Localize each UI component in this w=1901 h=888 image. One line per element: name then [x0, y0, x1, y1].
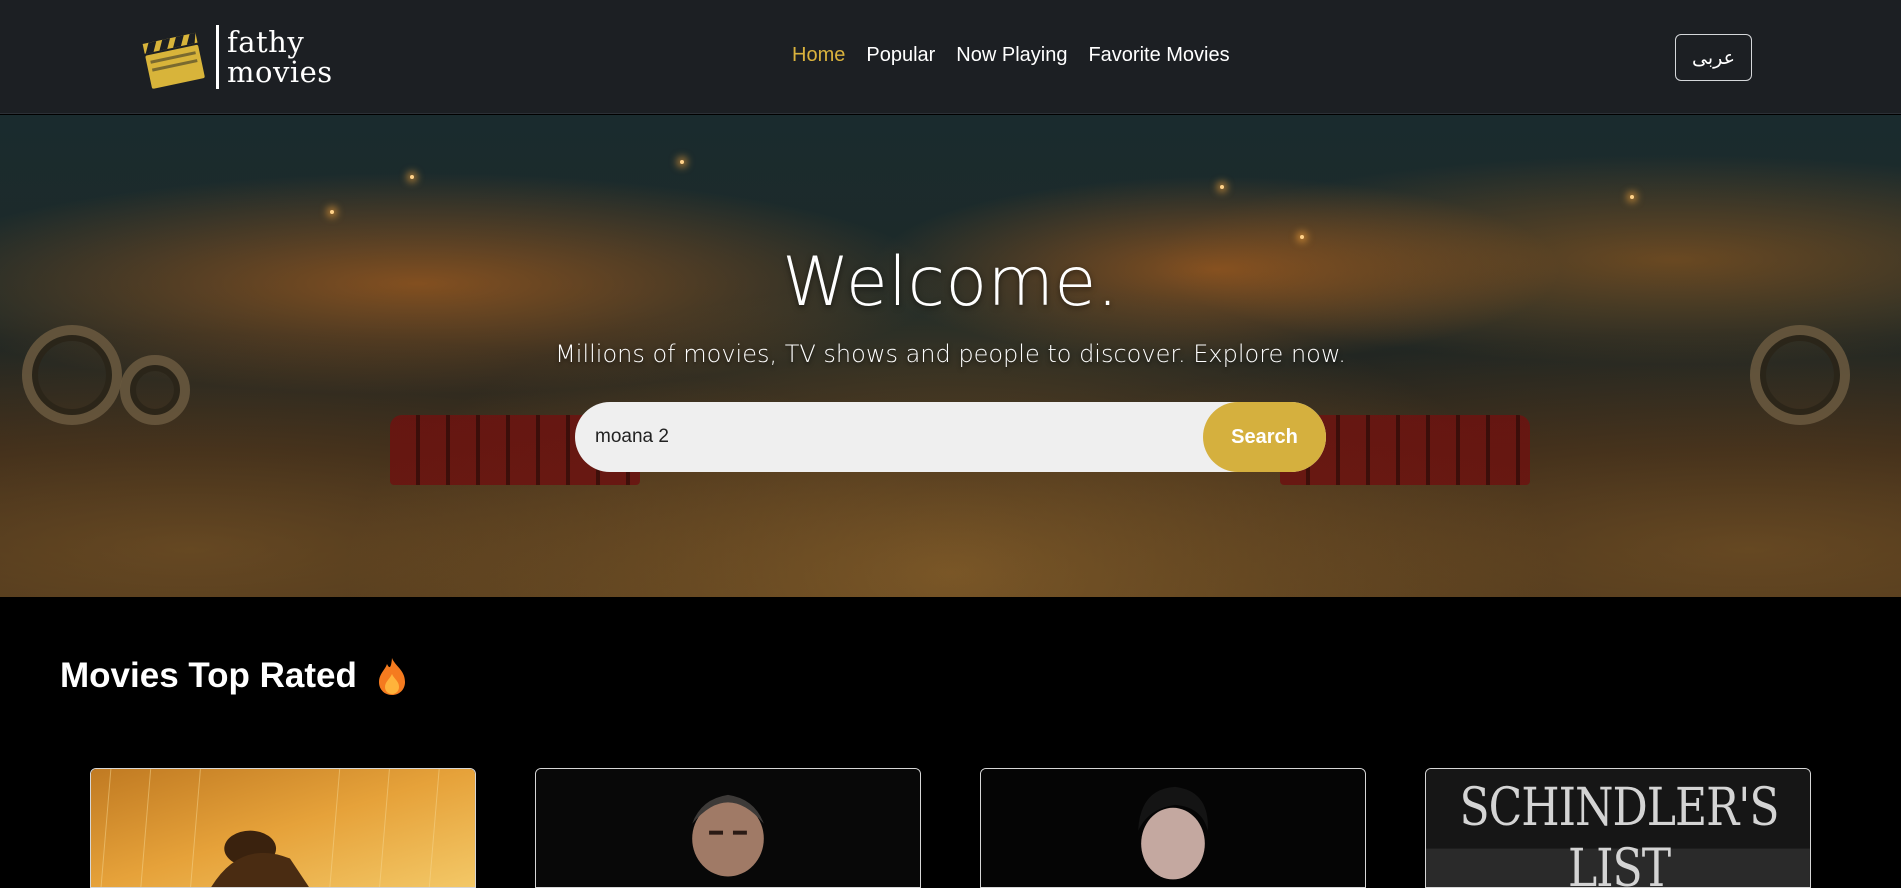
poster-title-text: SCHINDLER'S LIST — [1459, 776, 1779, 888]
brand-name: fathy movies — [227, 27, 333, 87]
brand-line-2: movies — [227, 55, 333, 89]
young-man-poster-icon — [981, 769, 1365, 887]
movie-cards-row: SCHINDLER'S LIST — [0, 768, 1901, 888]
hero-subtitle: Millions of movies, TV shows and people … — [555, 340, 1346, 368]
sparkle-decoration — [1300, 235, 1304, 239]
clapperboard-icon — [142, 32, 205, 89]
movie-card[interactable] — [90, 768, 476, 888]
movie-card[interactable] — [535, 768, 921, 888]
sparkle-decoration — [1630, 195, 1634, 199]
language-toggle-button[interactable]: عربى — [1675, 34, 1752, 81]
search-form: Search — [575, 402, 1326, 472]
man-in-suit-poster-icon — [536, 769, 920, 887]
nav-now-playing[interactable]: Now Playing — [956, 44, 1067, 67]
brand-divider — [216, 25, 219, 89]
main-nav: Home Popular Now Playing Favorite Movies — [792, 44, 1251, 67]
search-button[interactable]: Search — [1203, 402, 1326, 472]
section-heading: Movies Top Rated — [60, 656, 409, 696]
navbar: fathy movies Home Popular Now Playing Fa… — [0, 0, 1901, 114]
hero-banner: Welcome. Millions of movies, TV shows an… — [0, 115, 1901, 597]
sparkle-decoration — [1220, 185, 1224, 189]
hero-title: Welcome. — [782, 243, 1119, 322]
fire-icon — [378, 658, 405, 695]
nav-favorite-movies[interactable]: Favorite Movies — [1088, 44, 1229, 67]
brand-logo-link[interactable]: fathy movies — [140, 24, 333, 90]
section-title: Movies Top Rated — [60, 656, 357, 695]
sparkle-decoration — [330, 210, 334, 214]
sparkle-decoration — [680, 160, 684, 164]
rain-figure-poster-icon — [91, 769, 475, 887]
nav-home[interactable]: Home — [792, 44, 845, 67]
movie-card[interactable] — [980, 768, 1366, 888]
movie-card[interactable]: SCHINDLER'S LIST — [1425, 768, 1811, 888]
brand-line-1: fathy — [227, 25, 305, 59]
sparkle-decoration — [410, 175, 414, 179]
nav-popular[interactable]: Popular — [866, 44, 935, 67]
